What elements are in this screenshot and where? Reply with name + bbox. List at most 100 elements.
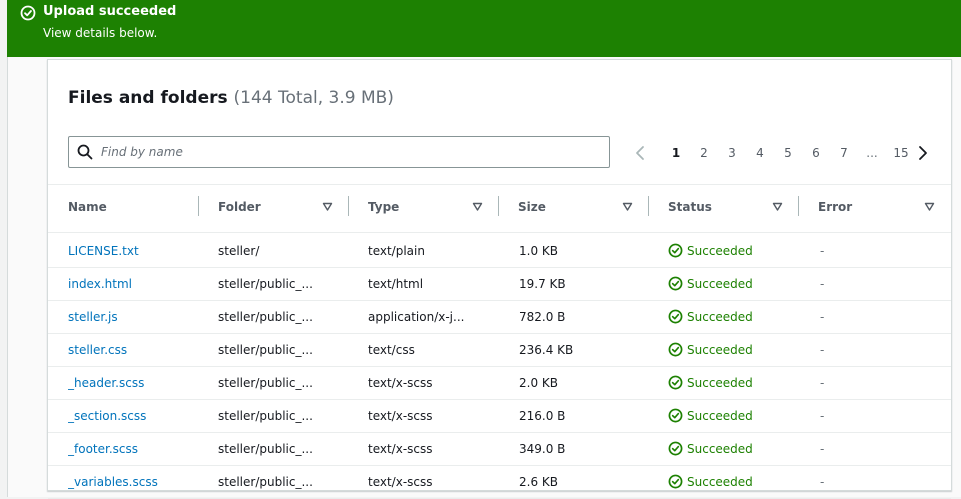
table-row: _header.scss steller/public_... text/x-s… (48, 367, 951, 400)
page-3-button[interactable]: 3 (718, 146, 746, 160)
file-name-link[interactable]: _header.scss (68, 367, 208, 399)
column-divider[interactable] (348, 196, 349, 216)
column-label-status: Status (668, 200, 712, 214)
table-row: _footer.scss steller/public_... text/x-s… (48, 433, 951, 466)
sort-caret-icon[interactable] (322, 201, 333, 212)
column-label-folder: Folder (218, 200, 261, 214)
check-circle-icon (668, 441, 683, 456)
file-size: 349.0 B (519, 442, 566, 456)
file-folder: steller/public_... (218, 409, 313, 423)
file-folder: steller/public_... (218, 277, 313, 291)
file-type: application/x-j... (368, 310, 465, 324)
column-header-error[interactable]: Error (798, 185, 951, 232)
table-row: _section.scss steller/public_... text/x-… (48, 400, 951, 433)
column-header-size[interactable]: Size (498, 185, 648, 232)
file-error: - (820, 442, 825, 456)
status-cell: Succeeded (668, 367, 798, 399)
search-box[interactable] (68, 136, 610, 168)
file-size: 782.0 B (519, 310, 566, 324)
file-name-link[interactable]: steller.css (68, 334, 208, 366)
file-folder: steller/public_... (218, 310, 313, 324)
page-6-button[interactable]: 6 (802, 146, 830, 160)
status-text: Succeeded (687, 442, 753, 456)
column-label-size: Size (518, 200, 546, 214)
file-error: - (820, 343, 825, 357)
status-cell: Succeeded (668, 400, 798, 432)
column-header-name[interactable]: Name (48, 185, 198, 232)
column-divider[interactable] (498, 196, 499, 216)
status-cell: Succeeded (668, 301, 798, 333)
page-1-button[interactable]: 1 (662, 146, 690, 160)
table-row: steller.css steller/public_... text/css … (48, 334, 951, 367)
file-size: 216.0 B (519, 409, 566, 423)
table-row: LICENSE.txt steller/ text/plain 1.0 KB S… (48, 235, 951, 268)
file-size: 19.7 KB (519, 277, 566, 291)
file-type: text/x-scss (368, 409, 433, 423)
check-circle-icon (668, 276, 683, 291)
pagination: 1 2 3 4 5 6 7 ... 15 (633, 143, 930, 163)
file-size: 2.6 KB (519, 475, 558, 489)
file-folder: steller/public_... (218, 343, 313, 357)
page-15-button[interactable]: 15 (886, 146, 916, 160)
pagination-ellipsis: ... (866, 146, 878, 160)
status-text: Succeeded (687, 277, 753, 291)
banner-title: Upload succeeded (43, 4, 177, 19)
check-circle-icon (668, 408, 683, 423)
column-label-error: Error (818, 200, 853, 214)
file-folder: steller/ (218, 244, 260, 258)
file-size: 2.0 KB (519, 376, 558, 390)
file-error: - (820, 277, 825, 291)
upload-success-banner: Upload succeeded View details below. (7, 0, 961, 57)
chevron-right-icon[interactable] (916, 144, 930, 162)
status-cell: Succeeded (668, 466, 798, 498)
chevron-left-icon[interactable] (633, 144, 647, 162)
search-input[interactable] (101, 141, 601, 163)
status-cell: Succeeded (668, 268, 798, 300)
file-name-link[interactable]: _variables.scss (68, 466, 208, 498)
column-header-status[interactable]: Status (648, 185, 798, 232)
sort-caret-icon[interactable] (772, 201, 783, 212)
check-circle-icon (668, 375, 683, 390)
check-circle-icon (668, 243, 683, 258)
file-folder: steller/public_... (218, 376, 313, 390)
column-divider[interactable] (198, 196, 199, 216)
status-text: Succeeded (687, 376, 753, 390)
file-name-link[interactable]: _section.scss (68, 400, 208, 432)
file-type: text/html (368, 277, 424, 291)
file-name-link[interactable]: index.html (68, 268, 208, 300)
file-type: text/plain (368, 244, 425, 258)
column-header-folder[interactable]: Folder (198, 185, 348, 232)
column-divider[interactable] (648, 196, 649, 216)
file-name-link[interactable]: steller.js (68, 301, 208, 333)
file-type: text/x-scss (368, 475, 433, 489)
table-header: Name Folder Type Size Status Error (48, 184, 951, 233)
table-body: LICENSE.txt steller/ text/plain 1.0 KB S… (48, 235, 951, 499)
page-5-button[interactable]: 5 (774, 146, 802, 160)
file-folder: steller/public_... (218, 442, 313, 456)
check-circle-icon (668, 474, 683, 489)
column-label-name: Name (68, 200, 107, 214)
sort-caret-icon[interactable] (924, 201, 935, 212)
file-error: - (820, 475, 825, 489)
table-row: steller.js steller/public_... applicatio… (48, 301, 951, 334)
check-circle-icon (668, 309, 683, 324)
page-4-button[interactable]: 4 (746, 146, 774, 160)
column-divider[interactable] (798, 196, 799, 216)
table-row: index.html steller/public_... text/html … (48, 268, 951, 301)
file-type: text/x-scss (368, 442, 433, 456)
check-circle-icon (20, 5, 36, 21)
page-2-button[interactable]: 2 (690, 146, 718, 160)
file-error: - (820, 376, 825, 390)
status-text: Succeeded (687, 475, 753, 489)
file-folder: steller/public_... (218, 475, 313, 489)
file-name-link[interactable]: _footer.scss (68, 433, 208, 465)
column-header-type[interactable]: Type (348, 185, 498, 232)
sort-caret-icon[interactable] (622, 201, 633, 212)
section-title: Files and folders (144 Total, 3.9 MB) (68, 88, 394, 108)
sort-caret-icon[interactable] (472, 201, 483, 212)
file-name-link[interactable]: LICENSE.txt (68, 235, 208, 267)
file-size: 1.0 KB (519, 244, 558, 258)
status-text: Succeeded (687, 310, 753, 324)
page-7-button[interactable]: 7 (830, 146, 858, 160)
table-row: _variables.scss steller/public_... text/… (48, 466, 951, 499)
